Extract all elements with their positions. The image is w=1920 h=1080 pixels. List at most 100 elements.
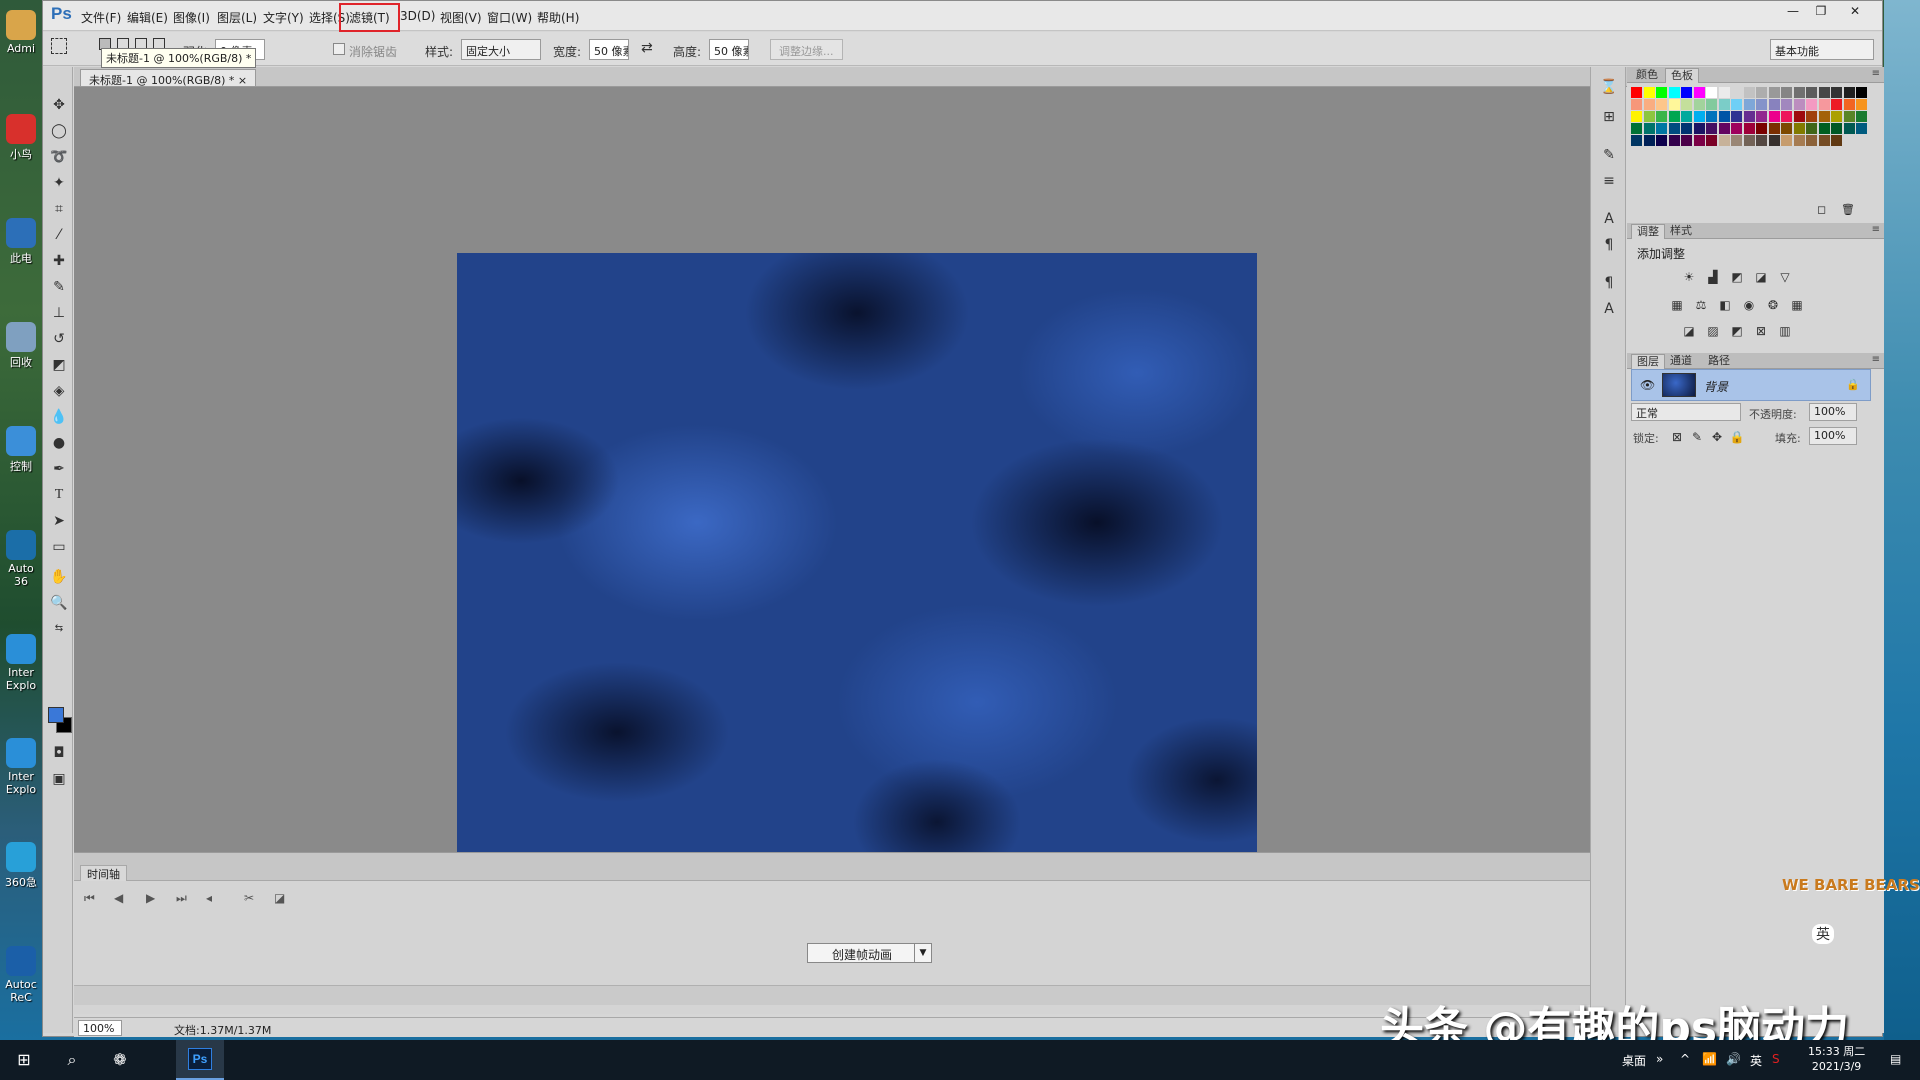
tab-channels[interactable]: 通道 xyxy=(1665,354,1697,369)
swatch[interactable] xyxy=(1643,111,1655,122)
swatch[interactable] xyxy=(1806,135,1817,146)
swatch[interactable] xyxy=(1781,135,1792,146)
lock-pixels-icon[interactable]: ✎ xyxy=(1689,429,1705,445)
tab-swatches[interactable]: 色板 xyxy=(1665,68,1699,83)
levels-icon[interactable]: ▟ xyxy=(1705,269,1721,285)
move-tool-icon[interactable]: ✥ xyxy=(49,95,69,115)
path-selection-icon[interactable]: ➤ xyxy=(49,511,69,531)
photo-filter-icon[interactable]: ◉ xyxy=(1741,297,1757,313)
swatch[interactable] xyxy=(1768,99,1780,110)
swatch[interactable] xyxy=(1731,87,1742,98)
screen-mode-icon[interactable]: ▣ xyxy=(49,769,69,789)
swatch[interactable] xyxy=(1856,99,1867,110)
swatch[interactable] xyxy=(1706,123,1717,134)
swatch[interactable] xyxy=(1681,135,1692,146)
swatch[interactable] xyxy=(1856,111,1867,122)
style-select[interactable]: 固定大小 xyxy=(461,39,541,60)
app-pinned-icon[interactable]: ❁ xyxy=(108,1048,132,1072)
windows-start-icon[interactable]: ⊞ xyxy=(12,1048,36,1072)
history-brush-icon[interactable]: ↺ xyxy=(49,329,69,349)
default-colors-icon[interactable]: ⇆ xyxy=(49,619,69,639)
menu-image[interactable]: 图像(I) xyxy=(173,9,210,26)
crop-tool-icon[interactable]: ⌗ xyxy=(49,199,69,219)
paint-bucket-icon[interactable]: ◈ xyxy=(49,381,69,401)
swatch[interactable] xyxy=(1668,123,1680,134)
tray-up-arrow[interactable]: ^ xyxy=(1680,1052,1690,1066)
hand-tool-icon[interactable]: ✋ xyxy=(49,567,69,587)
swatch[interactable] xyxy=(1643,123,1655,134)
panel-menu-icon[interactable]: ≡ xyxy=(1872,354,1880,365)
workspace-select[interactable]: 基本功能 xyxy=(1770,39,1874,60)
swatch[interactable] xyxy=(1781,99,1792,110)
document-canvas-clouds[interactable] xyxy=(457,253,1257,852)
timeline-tab[interactable]: 时间轴 xyxy=(80,865,127,881)
history-panel-icon[interactable]: ⌛ xyxy=(1599,77,1619,97)
maximize-button[interactable]: ❐ xyxy=(1807,2,1835,20)
swatch[interactable] xyxy=(1731,135,1742,146)
swatch[interactable] xyxy=(1843,87,1855,98)
clone-stamp-icon[interactable]: ⊥ xyxy=(49,303,69,323)
tab-paths[interactable]: 路径 xyxy=(1703,354,1735,369)
black-white-icon[interactable]: ◧ xyxy=(1717,297,1733,313)
swatch[interactable] xyxy=(1818,99,1830,110)
swatch[interactable] xyxy=(1843,123,1855,134)
channel-mixer-icon[interactable]: ❂ xyxy=(1765,297,1781,313)
swatch[interactable] xyxy=(1818,123,1830,134)
selective-color-icon[interactable]: ⊠ xyxy=(1753,323,1769,339)
tray-expand[interactable]: » xyxy=(1656,1052,1663,1066)
swatch[interactable] xyxy=(1768,123,1780,134)
desktop-icon[interactable]: 控制 xyxy=(2,426,40,474)
desktop-icon[interactable]: Autoc ReC xyxy=(2,946,40,1004)
swatch[interactable] xyxy=(1743,87,1755,98)
foreground-color-swatch[interactable] xyxy=(48,707,64,723)
swatch[interactable] xyxy=(1681,87,1692,98)
volume-icon[interactable]: 🔊 xyxy=(1726,1052,1741,1066)
audio-icon[interactable]: ◂ xyxy=(206,891,212,905)
brush-panel-icon[interactable]: ✎ xyxy=(1599,145,1619,165)
curves-icon[interactable]: ◩ xyxy=(1729,269,1745,285)
swatch[interactable] xyxy=(1643,135,1655,146)
tab-adjustments[interactable]: 调整 xyxy=(1631,224,1665,239)
swatch[interactable] xyxy=(1643,87,1655,98)
antialias-checkbox[interactable] xyxy=(333,43,345,55)
brightness-icon[interactable]: ☀ xyxy=(1681,269,1697,285)
search-icon[interactable]: ⌕ xyxy=(60,1048,84,1072)
tool-presets-icon[interactable]: ≡ xyxy=(1599,171,1619,191)
swatch[interactable] xyxy=(1668,87,1680,98)
tab-styles[interactable]: 样式 xyxy=(1665,224,1697,239)
properties-panel-icon[interactable]: ⊞ xyxy=(1599,107,1619,127)
swatch[interactable] xyxy=(1718,111,1730,122)
swatch[interactable] xyxy=(1681,123,1692,134)
swatch[interactable] xyxy=(1718,123,1730,134)
desktop-icon[interactable]: 此电 xyxy=(2,218,40,266)
swatch[interactable] xyxy=(1668,135,1680,146)
swatch[interactable] xyxy=(1831,123,1842,134)
swatch[interactable] xyxy=(1756,87,1767,98)
gradient-map-icon[interactable]: ▥ xyxy=(1777,323,1793,339)
swatch[interactable] xyxy=(1856,87,1867,98)
swatch[interactable] xyxy=(1793,123,1805,134)
swatch[interactable] xyxy=(1656,99,1667,110)
visibility-eye-icon[interactable]: 👁 xyxy=(1640,378,1655,392)
vibrance-icon[interactable]: ▽ xyxy=(1777,269,1793,285)
type-tool-icon[interactable]: T xyxy=(49,485,69,505)
height-input[interactable]: 50 像素 xyxy=(709,39,749,60)
swatch[interactable] xyxy=(1693,111,1705,122)
swatch[interactable] xyxy=(1768,87,1780,98)
swatch[interactable] xyxy=(1631,87,1642,98)
rectangle-tool-icon[interactable]: ▭ xyxy=(49,537,69,557)
fill-input[interactable]: 100% xyxy=(1809,427,1857,445)
create-animation-dropdown-icon[interactable]: ▼ xyxy=(914,943,932,963)
tab-layers[interactable]: 图层 xyxy=(1631,354,1665,369)
swatch[interactable] xyxy=(1631,135,1642,146)
swatch[interactable] xyxy=(1793,135,1805,146)
tray-language[interactable]: 英 xyxy=(1750,1052,1762,1069)
swatch[interactable] xyxy=(1731,99,1742,110)
swatch[interactable] xyxy=(1818,111,1830,122)
previous-frame-icon[interactable]: ◀ xyxy=(114,891,123,905)
lasso-tool-icon[interactable]: ➰ xyxy=(49,147,69,167)
swatch[interactable] xyxy=(1706,99,1717,110)
exposure-icon[interactable]: ◪ xyxy=(1753,269,1769,285)
close-tab-icon[interactable]: × xyxy=(238,74,247,87)
ime-icon[interactable]: S xyxy=(1772,1052,1780,1066)
